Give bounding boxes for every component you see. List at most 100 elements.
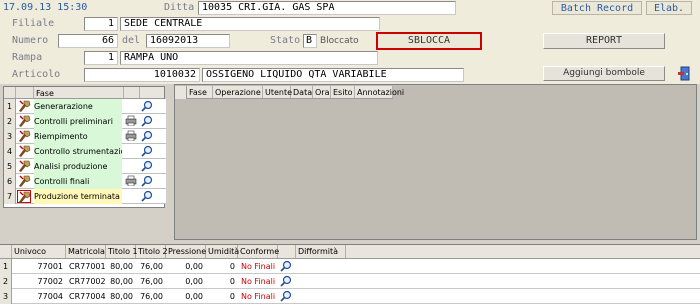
exit-door-icon[interactable] xyxy=(678,66,692,81)
ops-column-header[interactable]: Operazione xyxy=(213,86,263,98)
hand-tool-icon[interactable] xyxy=(17,115,31,128)
ops-column-header[interactable]: Fase xyxy=(187,86,213,98)
filiale-name-field[interactable]: SEDE CENTRALE xyxy=(120,17,380,31)
articolo-name-field[interactable]: OSSIGENO LIQUIDO QTA VARIABILE xyxy=(202,68,464,82)
stato-text: Bloccato xyxy=(320,36,359,46)
phase-label: Produzione terminata xyxy=(34,189,122,204)
batch-record-button[interactable]: Batch Record xyxy=(552,1,642,15)
report-button[interactable]: REPORT xyxy=(543,33,665,49)
table-row[interactable]: 3 77004 CR77004 80,00 76,00 0,00 0 No Finali xyxy=(0,289,700,304)
del-date-field[interactable]: 16092013 xyxy=(146,34,230,48)
bottles-column-header[interactable]: Umidità xyxy=(206,245,239,258)
empty-cell xyxy=(124,100,138,113)
ops-column-header[interactable]: Annotazioni xyxy=(355,86,404,98)
cell-pressione: 0,00 xyxy=(185,262,203,271)
rampa-code-field[interactable]: 1 xyxy=(84,51,118,65)
magnifier-icon[interactable] xyxy=(280,274,294,289)
phase-row[interactable]: 5 Analisi produzione xyxy=(4,159,166,174)
bottles-column-header[interactable]: Conforme xyxy=(238,245,279,258)
phase-row[interactable]: 3 Riempimento xyxy=(4,129,166,144)
magnifier-icon[interactable] xyxy=(140,115,154,128)
phase-row-number: 3 xyxy=(4,129,16,144)
ops-column-header[interactable]: Ora xyxy=(313,86,331,98)
printer-icon[interactable] xyxy=(124,115,138,128)
ditta-field[interactable]: 10035 CRI.GIA. GAS SPA xyxy=(198,1,456,15)
numero-field[interactable]: 66 xyxy=(58,34,118,48)
phase-label: Riempimento xyxy=(34,129,122,144)
cell-univoco: 77004 xyxy=(37,292,63,301)
bottles-grid-header: Univoco Matricola Titolo 1 Titolo 2 Pression… xyxy=(0,245,700,259)
cell-t2: 76,00 xyxy=(140,277,163,286)
hand-tool-icon[interactable] xyxy=(17,175,31,188)
phase-label: Controlli finali xyxy=(34,174,122,189)
hand-tool-icon[interactable] xyxy=(17,160,31,173)
hand-tool-icon[interactable] xyxy=(17,145,31,158)
cell-univoco: 77001 xyxy=(37,262,63,271)
printer-icon[interactable] xyxy=(124,130,138,143)
phase-view-header xyxy=(140,87,164,98)
row-number: 3 xyxy=(0,289,12,304)
hand-tool-icon[interactable] xyxy=(17,190,31,203)
filiale-code-field[interactable]: 1 xyxy=(84,17,118,31)
phase-row-number: 7 xyxy=(4,189,16,204)
phase-row[interactable]: 7 Produzione terminata xyxy=(4,189,166,204)
phase-print-header xyxy=(124,87,140,98)
bottles-grid: Univoco Matricola Titolo 1 Titolo 2 Pression… xyxy=(0,244,700,307)
phase-row[interactable]: 1 Generarazione xyxy=(4,99,166,114)
bottles-column-header[interactable]: Titolo 1 xyxy=(106,245,138,258)
cell-matricola: CR77001 xyxy=(69,262,106,271)
magnifier-icon[interactable] xyxy=(280,289,294,304)
cell-univoco: 77002 xyxy=(37,277,63,286)
cell-t2: 76,00 xyxy=(140,262,163,271)
sblocca-button[interactable]: SBLOCCA xyxy=(376,32,482,50)
cell-t2: 76,00 xyxy=(140,292,163,301)
magnifier-icon[interactable] xyxy=(140,130,154,143)
empty-cell xyxy=(124,145,138,158)
bottles-column-header[interactable]: Matricola xyxy=(66,245,106,258)
ops-grid-header: Fase Operazione Utente Data Ora Esito Annotazi… xyxy=(187,86,404,99)
phase-label: Generarazione xyxy=(34,99,122,114)
ops-corner xyxy=(175,86,187,99)
bottles-column-header[interactable]: Pressione xyxy=(166,245,206,258)
del-label: del xyxy=(122,35,141,46)
elab-button[interactable]: Elab. xyxy=(646,1,692,15)
aggiungi-bombole-button[interactable]: Aggiungi bombole xyxy=(543,66,665,81)
printer-icon[interactable] xyxy=(124,175,138,188)
bottles-column-header[interactable]: Difformità xyxy=(296,245,346,258)
hand-tool-icon[interactable] xyxy=(17,100,31,113)
magnifier-icon[interactable] xyxy=(140,145,154,158)
cell-umidita: 0 xyxy=(229,262,235,271)
phase-row-number: 4 xyxy=(4,144,16,159)
cell-conforme: No Finali xyxy=(241,262,276,271)
bottles-column-header[interactable]: Univoco xyxy=(12,245,66,258)
magnifier-icon[interactable] xyxy=(140,100,154,113)
articolo-label: Articolo xyxy=(12,69,61,80)
phase-row[interactable]: 4 Controllo strumentazione xyxy=(4,144,166,159)
stato-code-field[interactable]: B xyxy=(303,34,317,48)
hand-tool-icon[interactable] xyxy=(17,130,31,143)
phase-icon-header xyxy=(16,87,34,98)
phase-row[interactable]: 6 Controlli finali xyxy=(4,174,166,189)
magnifier-icon[interactable] xyxy=(140,160,154,173)
articolo-code-field[interactable]: 1010032 xyxy=(84,68,200,82)
ops-column-header[interactable]: Data xyxy=(291,86,313,98)
phase-rownum-header xyxy=(4,87,16,98)
table-row[interactable]: 1 77001 CR77001 80,00 76,00 0,00 0 No Finali xyxy=(0,259,700,274)
cell-t1: 80,00 xyxy=(110,262,133,271)
magnifier-icon[interactable] xyxy=(280,259,294,274)
ops-column-header[interactable]: Esito xyxy=(331,86,355,98)
table-row[interactable]: 2 77002 CR77002 80,00 76,00 0,00 0 No Finali xyxy=(0,274,700,289)
magnifier-icon[interactable] xyxy=(140,175,154,188)
bottles-column-header[interactable] xyxy=(278,245,296,258)
stato-label: Stato xyxy=(270,35,301,46)
phase-row-number: 5 xyxy=(4,159,16,174)
rampa-name-field[interactable]: RAMPA UNO xyxy=(120,51,378,65)
empty-cell xyxy=(124,190,138,203)
cell-conforme: No Finali xyxy=(241,277,276,286)
phase-row[interactable]: 2 Controlli preliminari xyxy=(4,114,166,129)
cell-umidita: 0 xyxy=(229,277,235,286)
ops-column-header[interactable]: Utente xyxy=(263,86,292,98)
magnifier-icon[interactable] xyxy=(140,190,154,203)
phase-row-number: 1 xyxy=(4,99,16,114)
bottles-column-header[interactable]: Titolo 2 xyxy=(136,245,168,258)
